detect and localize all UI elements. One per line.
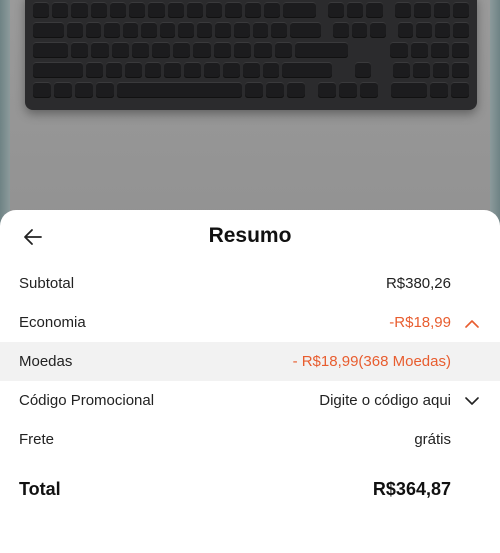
moedas-row: Moedas - R$18,99(368 Moedas) [0,342,500,381]
promo-code-label: Código Promocional [19,392,155,409]
product-image-backdrop [0,0,500,230]
keyboard-row [33,42,469,58]
promo-code-row[interactable]: Código Promocional Digite o código aqui [0,381,500,420]
keyboard-row [33,22,470,38]
total-label: Total [19,478,61,499]
keyboard-row [33,2,470,18]
frete-value: grátis [414,431,451,448]
moedas-value: - R$18,99(368 Moedas) [292,353,451,370]
keyboard-row [33,82,470,98]
chevron-up-icon[interactable] [464,315,480,331]
economia-row[interactable]: Economia -R$18,99 [0,303,500,342]
summary-bottom-sheet: Resumo Subtotal R$380,26 Economia -R$18,… [0,210,500,553]
backdrop-edge-left [0,0,10,230]
keyboard-row [33,62,470,78]
economia-value: -R$18,99 [389,314,451,331]
promo-code-input-prompt[interactable]: Digite o código aqui [319,392,451,409]
moedas-label: Moedas [19,353,73,370]
economia-label: Economia [19,314,86,331]
keyboard-product-image [25,0,477,110]
subtotal-row: Subtotal R$380,26 [0,264,500,303]
total-row: Total R$364,87 [0,459,500,519]
total-value: R$364,87 [372,478,451,499]
sheet-title: Resumo [208,224,292,247]
subtotal-value: R$380,26 [385,275,451,292]
backdrop-edge-right [490,0,500,230]
sheet-header: Resumo [0,210,500,262]
frete-row: Frete grátis [0,420,500,459]
chevron-down-icon[interactable] [464,393,480,409]
frete-label: Frete [19,431,55,448]
subtotal-label: Subtotal [19,275,75,292]
